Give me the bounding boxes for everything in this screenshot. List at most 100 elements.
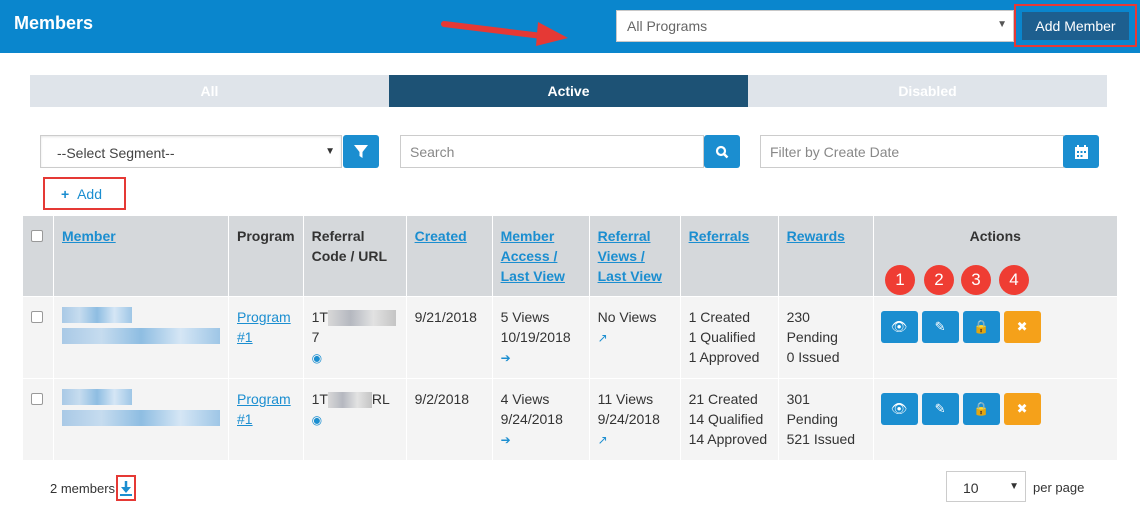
referral-code-redacted <box>327 392 372 409</box>
referral-code-redacted <box>327 310 396 327</box>
date-filter-input[interactable]: Filter by Create Date <box>760 135 1064 168</box>
add-member-button[interactable]: Add Member <box>1022 12 1129 40</box>
referrals-qualified: 14 Qualified <box>688 411 764 427</box>
chevron-down-icon: ▼ <box>1009 481 1019 492</box>
edit-icon: ✎ <box>934 401 946 416</box>
referral-code: 1T <box>311 391 328 407</box>
view-button[interactable]: 👁 <box>880 311 918 343</box>
rewards-issued: 521 Issued <box>786 431 856 447</box>
access-date: 9/24/2018 <box>500 411 563 427</box>
delete-button[interactable]: ✖ <box>1003 393 1041 425</box>
lock-button[interactable]: 🔒 <box>962 393 1000 425</box>
member-name-redacted <box>62 307 132 323</box>
referral-views: 11 Views <box>597 391 654 407</box>
add-segment-link[interactable]: + Add <box>61 186 102 202</box>
lock-icon: 🔒 <box>972 319 990 334</box>
add-segment-label: Add <box>77 186 102 202</box>
search-input[interactable]: Search <box>400 135 704 168</box>
referrals-created: 1 Created <box>688 309 751 325</box>
sort-created-link[interactable]: Created <box>415 228 467 244</box>
chevron-down-icon: ▼ <box>325 146 335 157</box>
edit-button[interactable]: ✎ <box>921 311 959 343</box>
access-views: 5 Views <box>500 309 550 325</box>
row-actions: 👁 ✎ 🔒 ✖ <box>880 393 1109 425</box>
sort-views-link[interactable]: Referral Views / Last View <box>598 228 662 284</box>
view-button[interactable]: 👁 <box>880 393 918 425</box>
date-filter-placeholder: Filter by Create Date <box>770 144 900 160</box>
calendar-icon <box>1074 144 1088 159</box>
sort-rewards-link[interactable]: Rewards <box>787 228 845 244</box>
member-name-redacted <box>62 389 132 405</box>
filter-button[interactable] <box>343 135 379 168</box>
header-bar: Members All Programs ▼ Add Member <box>0 0 1140 53</box>
program-select[interactable]: All Programs ▼ <box>616 10 1014 42</box>
access-date: 10/19/2018 <box>500 329 571 345</box>
tab-active[interactable]: Active <box>389 75 748 107</box>
referral-code-end: 7 <box>311 329 320 345</box>
download-highlight <box>116 475 136 501</box>
tab-disabled[interactable]: Disabled <box>748 75 1107 107</box>
calendar-button[interactable] <box>1063 135 1099 168</box>
edit-icon: ✎ <box>934 319 946 334</box>
sort-referrals-link[interactable]: Referrals <box>689 228 750 244</box>
annotation-badge-3: 3 <box>961 265 991 295</box>
access-views: 4 Views <box>500 391 550 407</box>
rewards-pending: 301 Pending <box>786 391 838 427</box>
program-select-value: All Programs <box>627 18 708 34</box>
lock-icon: 🔒 <box>972 401 990 416</box>
created-date: 9/21/2018 <box>405 296 493 379</box>
member-email-redacted <box>62 328 220 344</box>
per-page-select[interactable]: 10 ▼ <box>946 471 1026 502</box>
external-link-icon[interactable]: ↗ <box>598 331 608 345</box>
eye-icon: 👁 <box>890 401 908 416</box>
close-icon: ✖ <box>1016 319 1028 334</box>
referral-code-end: RL <box>371 391 390 407</box>
annotation-badge-1: 1 <box>885 265 915 295</box>
annotation-badge-2: 2 <box>924 265 954 295</box>
delete-button[interactable]: ✖ <box>1003 311 1041 343</box>
referrals-approved: 14 Approved <box>688 431 768 447</box>
referrals-approved: 1 Approved <box>688 349 760 365</box>
select-all-checkbox[interactable] <box>31 230 43 242</box>
search-icon <box>715 145 729 158</box>
sort-member-link[interactable]: Member <box>62 228 116 244</box>
arrow-annotation-icon <box>441 21 568 46</box>
status-tabs: All Active Disabled <box>30 75 1107 107</box>
table-row: Program #1 1T 7 ◉ 9/21/2018 5 Views 10/19… <box>22 296 1119 379</box>
referral-url-icon[interactable]: ◉ <box>312 413 322 427</box>
search-placeholder: Search <box>410 144 455 160</box>
segment-select[interactable]: --Select Segment-- ▼ <box>40 135 342 168</box>
program-link[interactable]: Program #1 <box>237 309 291 345</box>
external-link-icon[interactable]: ↗ <box>598 433 608 447</box>
program-link[interactable]: Program #1 <box>237 391 291 427</box>
sort-access-link[interactable]: Member Access / Last View <box>501 228 565 284</box>
per-page-value: 10 <box>963 480 979 496</box>
login-as-icon[interactable]: ➔ <box>501 351 511 365</box>
download-icon[interactable] <box>118 477 134 499</box>
rewards-issued: 0 Issued <box>786 349 840 365</box>
edit-button[interactable]: ✎ <box>921 393 959 425</box>
referrals-created: 21 Created <box>688 391 758 407</box>
page-title: Members <box>14 13 94 33</box>
column-program: Program <box>228 215 304 297</box>
search-button[interactable] <box>704 135 740 168</box>
referrals-qualified: 1 Qualified <box>688 329 756 345</box>
lock-button[interactable]: 🔒 <box>962 311 1000 343</box>
close-icon: ✖ <box>1016 401 1028 416</box>
row-checkbox[interactable] <box>31 393 43 405</box>
table-row: Program #1 1T RL ◉ 9/2/2018 4 Views 9/24/… <box>22 378 1119 461</box>
created-date: 9/2/2018 <box>405 378 493 461</box>
segment-select-value: --Select Segment-- <box>57 145 175 161</box>
tab-all[interactable]: All <box>30 75 389 107</box>
add-member-highlight: Add Member <box>1014 4 1137 47</box>
member-email-redacted <box>62 410 220 426</box>
column-referral-code: Referral Code / URL <box>302 215 407 297</box>
row-checkbox[interactable] <box>31 311 43 323</box>
add-segment-highlight: + Add <box>43 177 126 210</box>
eye-icon: 👁 <box>890 319 908 334</box>
login-as-icon[interactable]: ➔ <box>501 433 511 447</box>
member-count: 2 members <box>50 481 116 496</box>
plus-icon: + <box>61 186 70 202</box>
referral-url-icon[interactable]: ◉ <box>312 351 322 365</box>
referral-last-view: 9/24/2018 <box>597 411 660 427</box>
